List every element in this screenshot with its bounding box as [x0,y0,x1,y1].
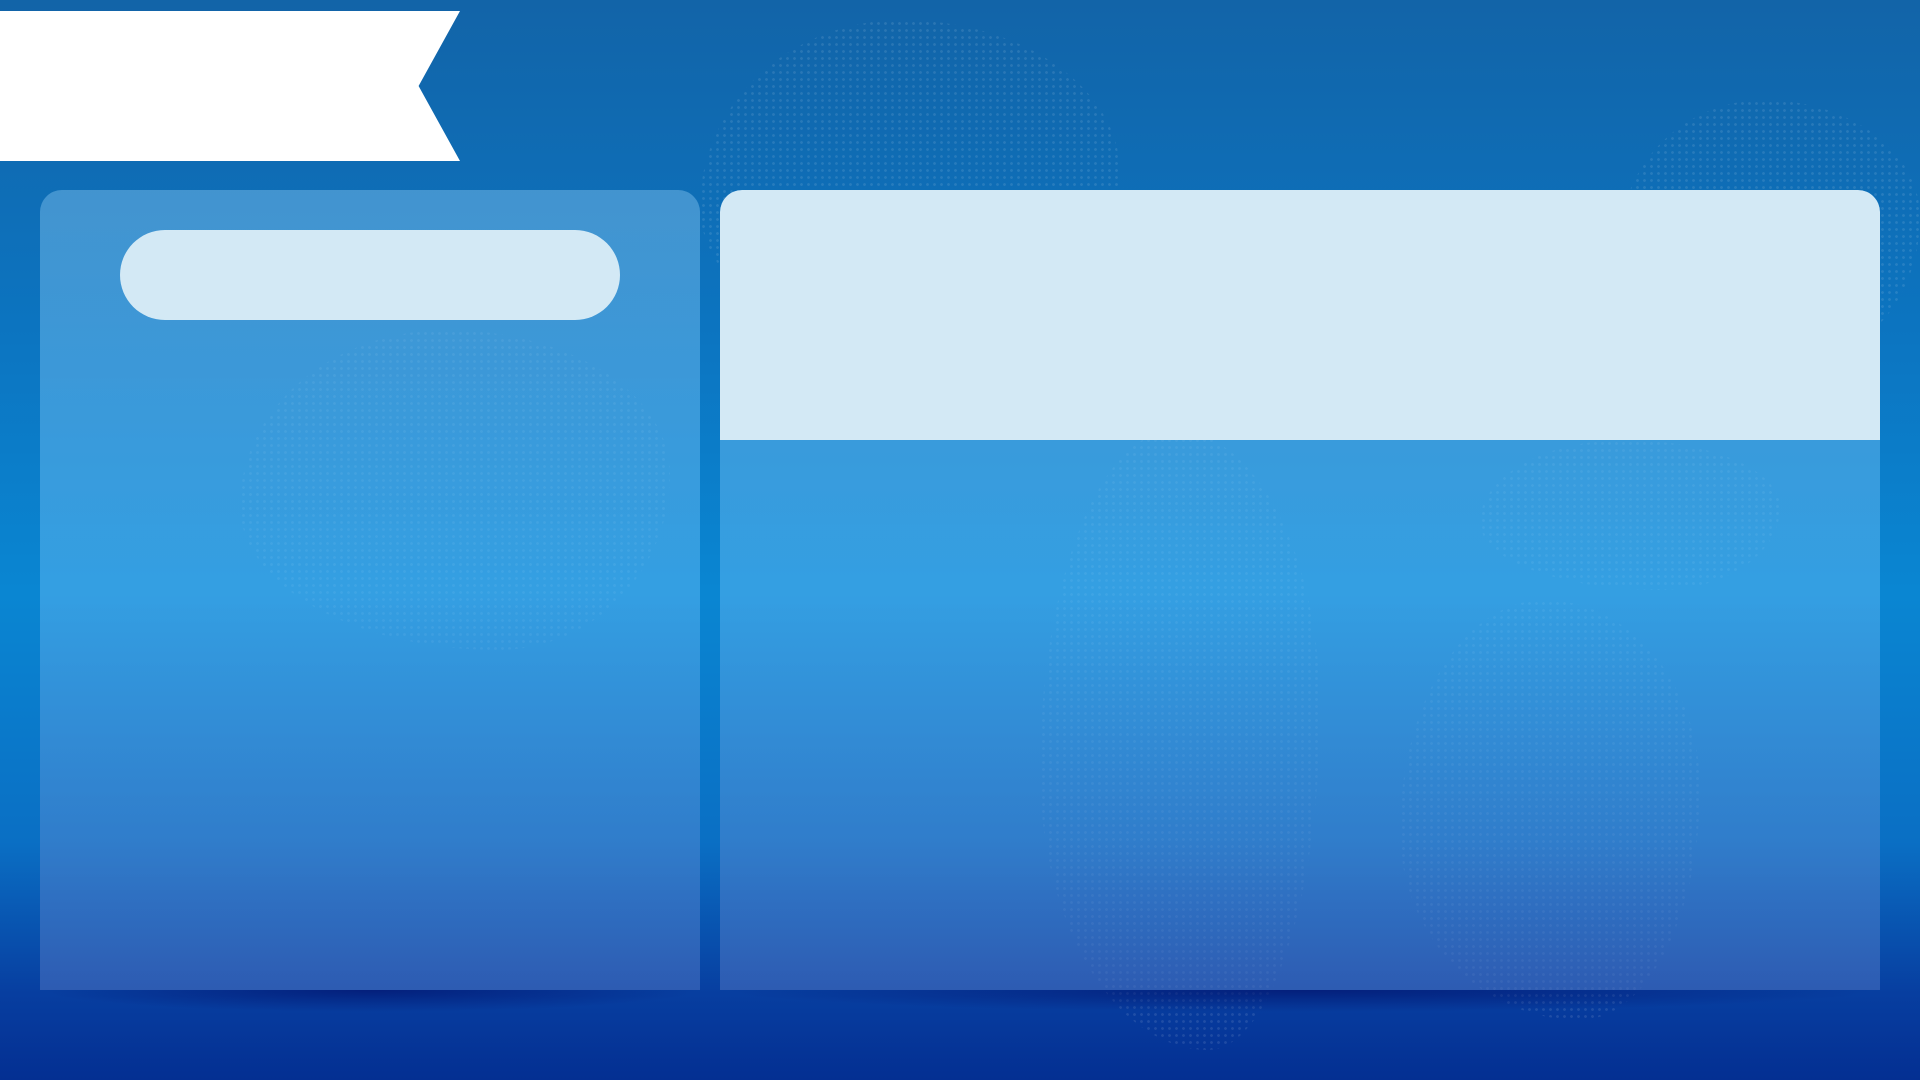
title-ribbon [0,11,460,161]
right-panel-header [720,190,1880,440]
right-panel-shadow [720,990,1880,1012]
left-panel-shadow [40,990,700,1012]
left-panel [40,190,700,990]
right-panel [720,190,1880,990]
left-panel-pill [120,230,620,320]
slide-canvas [0,0,1920,1080]
